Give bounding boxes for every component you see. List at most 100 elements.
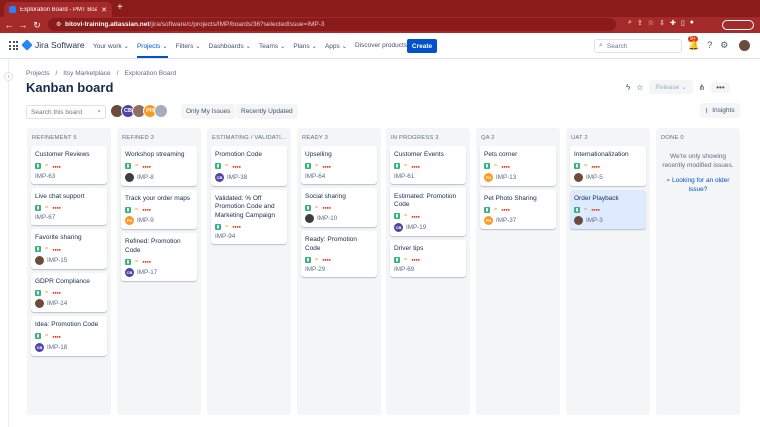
more-actions-button[interactable]: ••• <box>711 81 730 93</box>
issue-key[interactable]: IMP-69 <box>394 266 414 273</box>
issue-key[interactable]: IMP-3 <box>586 217 603 224</box>
breadcrumb-itsy-marketplace[interactable]: Itsy Marketplace <box>63 70 110 77</box>
issue-key[interactable]: IMP-5 <box>586 174 603 181</box>
automation-icon[interactable]: ϟ <box>626 83 630 92</box>
issue-card[interactable]: Favorite sharing ▮ = ●●●● IMP-15 <box>31 229 107 269</box>
help-icon[interactable]: ? <box>707 40 712 51</box>
browser-profile-pill[interactable] <box>722 20 754 30</box>
nav-apps[interactable]: Apps ⌄ <box>325 42 347 58</box>
assignee-avatar[interactable]: PH <box>125 216 134 225</box>
assignee-avatar[interactable]: PH <box>484 172 493 182</box>
assignee-avatar[interactable]: CB <box>394 222 403 232</box>
assignee-avatar[interactable] <box>574 172 583 182</box>
sidepanel-icon[interactable]: ▯ <box>681 19 685 27</box>
app-switcher-icon[interactable] <box>9 41 18 50</box>
create-button[interactable]: Create <box>407 39 437 53</box>
assignee-avatar[interactable] <box>154 104 168 118</box>
release-button[interactable]: Release ⌄ <box>649 80 693 94</box>
nav-discover-products[interactable]: Discover products <box>355 42 407 58</box>
issue-card[interactable]: Pets corner ▮ = ●●●● PH IMP-13 <box>480 146 556 186</box>
back-arrow-icon[interactable]: ← <box>2 20 16 30</box>
issue-card[interactable]: Customer Events ▮ = ●●●● IMP-61 <box>390 146 466 184</box>
global-search-input[interactable]: ⌕ Search <box>594 39 682 53</box>
assignee-avatar[interactable]: CB <box>35 342 44 352</box>
issue-key[interactable]: IMP-17 <box>137 269 157 276</box>
issue-key[interactable]: IMP-9 <box>137 217 154 224</box>
issue-card[interactable]: Internationalization ▮ = ●●●● IMP-5 <box>570 146 646 186</box>
issue-key[interactable]: IMP-10 <box>317 215 337 222</box>
only-my-issues-button[interactable]: Only My Issues <box>181 104 236 119</box>
issue-key[interactable]: IMP-64 <box>305 173 325 180</box>
issue-key[interactable]: IMP-67 <box>35 214 55 221</box>
issue-key[interactable]: IMP-8 <box>137 174 154 181</box>
issue-card[interactable]: Live chat support ▮ = ●●●● IMP-67 <box>31 187 107 225</box>
nav-plans[interactable]: Plans ⌄ <box>293 42 317 58</box>
breadcrumb-exploration-board[interactable]: Exploration Board <box>124 70 176 77</box>
reload-icon[interactable]: ↻ <box>30 20 44 31</box>
issue-key[interactable]: IMP-14 <box>47 300 67 307</box>
assignee-avatar[interactable]: PH <box>484 216 493 225</box>
nav-your-work[interactable]: Your work ⌄ <box>93 42 129 58</box>
issue-card[interactable]: Track your order maps ▮ = ●●●● PH IMP-9 <box>121 189 197 229</box>
expand-sidebar-icon[interactable]: › <box>4 72 13 81</box>
zoom-icon[interactable]: ⌕ <box>628 19 632 27</box>
issue-card[interactable]: Social sharing ▮ = ●●●● IMP-10 <box>301 187 377 227</box>
extensions-icon[interactable]: ✚ <box>670 19 676 27</box>
issue-card[interactable]: Estimated: Promotion Code ▮ = ●●●● CB IMP-19 <box>390 187 466 236</box>
assignee-avatar[interactable] <box>574 216 583 225</box>
issue-card[interactable]: Idea: Promotion Code ▮ = ●●●● CB IMP-18 <box>31 316 107 356</box>
assignee-avatar[interactable] <box>125 172 134 182</box>
jira-logo[interactable]: Jira Software <box>21 39 85 51</box>
assignee-avatar[interactable]: CB <box>215 172 224 182</box>
older-issues-link[interactable]: ⌕ Looking for an older issue? <box>660 176 736 194</box>
nav-filters[interactable]: Filters ⌄ <box>176 42 201 58</box>
issue-card[interactable]: GDPR Compliance ▮ = ●●●● IMP-14 <box>31 272 107 312</box>
settings-gear-icon[interactable]: ⚙ <box>720 40 728 51</box>
issue-card[interactable]: Customer Reviews ▮ = ●●●● IMP-63 <box>31 146 107 184</box>
share-icon[interactable]: ⇪ <box>637 19 643 27</box>
issue-key[interactable]: IMP-19 <box>406 224 426 231</box>
nav-teams[interactable]: Teams ⌄ <box>259 42 285 58</box>
issue-key[interactable]: IMP-94 <box>215 233 235 240</box>
issue-card[interactable]: Refined: Promotion Code ▮ = ●●●● CB IMP-17 <box>121 233 197 281</box>
assignee-avatar[interactable]: CB <box>125 268 134 277</box>
issue-key[interactable]: IMP-13 <box>496 174 516 181</box>
address-bar[interactable]: ⚙ bitovi-training.atlassian.net/jira/sof… <box>48 18 616 31</box>
assignee-avatar[interactable] <box>305 214 314 223</box>
issue-card[interactable]: Driver tips ▮ = ●●●● IMP-69 <box>390 239 466 277</box>
forward-arrow-icon[interactable]: → <box>16 20 30 30</box>
star-icon[interactable]: ☆ <box>636 83 643 92</box>
issue-card[interactable]: Validated: % Off Promotion Code and Mark… <box>211 189 287 244</box>
site-info-icon[interactable]: ⚙ <box>56 21 65 28</box>
issue-card[interactable]: Ready: Promotion Code ▮ = ●●●● IMP-29 <box>301 231 377 277</box>
board-search-input[interactable]: Search this board ⌕ <box>26 105 106 119</box>
issue-card[interactable]: Upselling ▮ = ●●●● IMP-64 <box>301 146 377 184</box>
new-tab-icon[interactable]: + <box>117 2 123 14</box>
browser-tab[interactable]: Exploration Board - PMT Board ✕ <box>4 2 112 17</box>
share-icon[interactable]: ⋔ <box>699 83 706 92</box>
notifications-bell-icon[interactable]: 🔔 <box>688 40 699 51</box>
assignee-avatar[interactable] <box>35 299 44 308</box>
insights-button[interactable]: ⌇ Insights <box>700 103 740 118</box>
download-icon[interactable]: ⇩ <box>659 19 665 27</box>
issue-key[interactable]: IMP-29 <box>305 266 325 273</box>
nav-projects[interactable]: Projects ⌄ <box>137 42 168 58</box>
issue-key[interactable]: IMP-18 <box>47 344 67 351</box>
close-tab-icon[interactable]: ✕ <box>101 6 107 14</box>
issue-key[interactable]: IMP-38 <box>227 174 247 181</box>
issue-key[interactable]: IMP-37 <box>496 217 516 224</box>
user-avatar[interactable] <box>739 40 750 51</box>
issue-key[interactable]: IMP-63 <box>35 173 55 180</box>
recently-updated-button[interactable]: Recently Updated <box>236 104 298 119</box>
breadcrumb-projects[interactable]: Projects <box>26 70 49 77</box>
assignee-avatar[interactable] <box>35 255 44 265</box>
issue-key[interactable]: IMP-15 <box>47 257 67 264</box>
issue-card[interactable]: Order Playback ▮ = ●●●● IMP-3 <box>570 189 646 229</box>
issue-card[interactable]: Promotion Code ▮ = ●●●● CB IMP-38 <box>211 146 287 186</box>
issue-card[interactable]: Pet Photo Sharing ▮ = ●●●● PH IMP-37 <box>480 189 556 229</box>
bookmark-star-icon[interactable]: ☆ <box>648 19 654 27</box>
issue-card[interactable]: Workshop streaming ▮ = ●●●● IMP-8 <box>121 146 197 186</box>
profile-icon[interactable]: ● <box>690 19 694 27</box>
nav-dashboards[interactable]: Dashboards ⌄ <box>209 42 251 58</box>
issue-key[interactable]: IMP-61 <box>394 173 414 180</box>
